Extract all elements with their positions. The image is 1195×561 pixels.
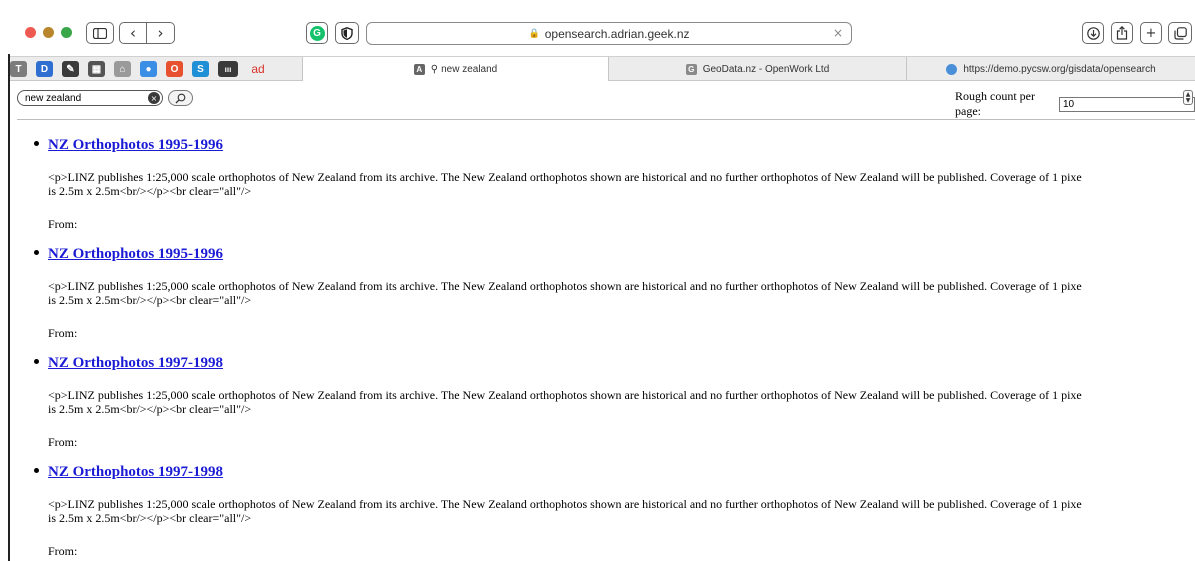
privacy-extension-button[interactable] <box>335 22 359 44</box>
favorite-7[interactable]: O <box>166 61 183 77</box>
bullet <box>34 359 39 364</box>
zoom-window-button[interactable] <box>61 27 72 38</box>
bullet <box>34 468 39 473</box>
search-icon <box>175 93 186 103</box>
search-input[interactable] <box>17 90 163 106</box>
search-button[interactable] <box>168 90 193 106</box>
list-item: NZ Orthophotos 1995-1996 <p>LINZ publish… <box>34 243 1195 352</box>
new-tab-button[interactable]: + <box>1140 22 1162 44</box>
globe-icon <box>946 63 958 75</box>
sidebar-icon <box>93 27 107 39</box>
address-bar[interactable]: 🔒 opensearch.adrian.geek.nz × <box>366 22 852 45</box>
tab-bar: T D ✎ ▦ ⌂ ● O S ııı ad A ⚲ new zealand G… <box>10 56 1195 81</box>
tab-geodata[interactable]: G GeoData.nz - OpenWork Ltd <box>608 57 906 81</box>
result-title-link[interactable]: NZ Orthophotos 1997-1998 <box>48 461 1195 483</box>
divider <box>17 119 1195 120</box>
tab-label: new zealand <box>441 63 498 75</box>
results-list: NZ Orthophotos 1995-1996 <p>LINZ publish… <box>34 134 1195 561</box>
tabs-icon <box>1173 26 1187 40</box>
share-button[interactable] <box>1111 22 1133 44</box>
plus-icon: + <box>1145 25 1157 41</box>
back-button[interactable]: ‹ <box>120 23 148 43</box>
tab-favicon-icon: G <box>685 63 697 75</box>
navigation-buttons: ‹ › <box>119 22 175 44</box>
bullet <box>34 141 39 146</box>
count-input[interactable] <box>1059 96 1195 112</box>
grammarly-icon: G <box>309 25 325 41</box>
browser-toolbar: ‹ › G 🔒 opensearch.adrian.geek.nz × + <box>0 0 1195 54</box>
downloads-button[interactable] <box>1082 22 1104 44</box>
share-icon <box>1116 26 1128 40</box>
lock-icon: 🔒 <box>528 28 540 39</box>
count-stepper[interactable]: ▲ ▼ <box>1183 90 1193 105</box>
result-description: <p>LINZ publishes 1:25,000 scale orthoph… <box>48 388 1082 402</box>
result-description-cont: is 2.5m x 2.5m<br/></p><br clear="all"/> <box>48 511 252 525</box>
result-from: From: <box>48 217 78 231</box>
favorite-10[interactable]: ad <box>248 61 268 77</box>
window-edge <box>8 6 10 561</box>
tab-label: https://demo.pycsw.org/gisdata/opensearc… <box>963 63 1156 75</box>
tab-new-zealand[interactable]: A ⚲ new zealand <box>302 57 608 81</box>
favorite-3[interactable]: ✎ <box>62 61 79 77</box>
tab-pycsw[interactable]: https://demo.pycsw.org/gisdata/opensearc… <box>906 57 1195 81</box>
close-icon[interactable]: × <box>833 26 843 40</box>
clear-search-icon[interactable]: × <box>148 92 160 104</box>
shield-icon <box>341 26 353 40</box>
result-description: <p>LINZ publishes 1:25,000 scale orthoph… <box>48 279 1082 293</box>
bullet <box>34 250 39 255</box>
result-from: From: <box>48 435 78 449</box>
forward-button[interactable]: › <box>147 23 174 43</box>
grammarly-extension-button[interactable]: G <box>306 22 328 44</box>
favorite-9[interactable]: ııı <box>218 61 238 77</box>
result-from: From: <box>48 544 78 558</box>
list-item: NZ Orthophotos 1995-1996 <p>LINZ publish… <box>34 134 1195 243</box>
result-title-link[interactable]: NZ Orthophotos 1997-1998 <box>48 352 1195 374</box>
favorite-8[interactable]: S <box>192 61 209 77</box>
count-label: Rough count per page: <box>955 89 1035 118</box>
result-description-cont: is 2.5m x 2.5m<br/></p><br clear="all"/> <box>48 402 252 416</box>
result-from: From: <box>48 326 78 340</box>
result-description: <p>LINZ publishes 1:25,000 scale orthoph… <box>48 170 1082 184</box>
list-item: NZ Orthophotos 1997-1998 <p>LINZ publish… <box>34 461 1195 561</box>
tab-label: GeoData.nz - OpenWork Ltd <box>702 63 830 75</box>
favorite-4[interactable]: ▦ <box>88 61 105 77</box>
tab-overview-button[interactable] <box>1168 22 1192 44</box>
sidebar-toggle-button[interactable] <box>86 22 114 44</box>
chevron-left-icon: ‹ <box>130 24 136 42</box>
result-description-cont: is 2.5m x 2.5m<br/></p><br clear="all"/> <box>48 293 252 307</box>
address-text: opensearch.adrian.geek.nz <box>544 26 690 41</box>
result-description: <p>LINZ publishes 1:25,000 scale orthoph… <box>48 497 1082 511</box>
count-per-page: Rough count per page: <box>955 89 1195 119</box>
favorite-2[interactable]: D <box>36 61 53 77</box>
result-title-link[interactable]: NZ Orthophotos 1995-1996 <box>48 243 1195 265</box>
result-description-cont: is 2.5m x 2.5m<br/></p><br clear="all"/> <box>48 184 252 198</box>
result-title-link[interactable]: NZ Orthophotos 1995-1996 <box>48 134 1195 156</box>
download-icon <box>1086 26 1100 40</box>
minimize-window-button[interactable] <box>43 27 54 38</box>
chevron-right-icon: › <box>157 24 164 42</box>
favorite-6[interactable]: ● <box>140 61 157 77</box>
tab-favicon-icon: A <box>413 63 425 75</box>
favorite-1[interactable]: T <box>10 61 27 77</box>
favorite-5[interactable]: ⌂ <box>114 61 131 77</box>
list-item: NZ Orthophotos 1997-1998 <p>LINZ publish… <box>34 352 1195 461</box>
search-icon: ⚲ <box>430 63 439 75</box>
close-window-button[interactable] <box>25 27 36 38</box>
